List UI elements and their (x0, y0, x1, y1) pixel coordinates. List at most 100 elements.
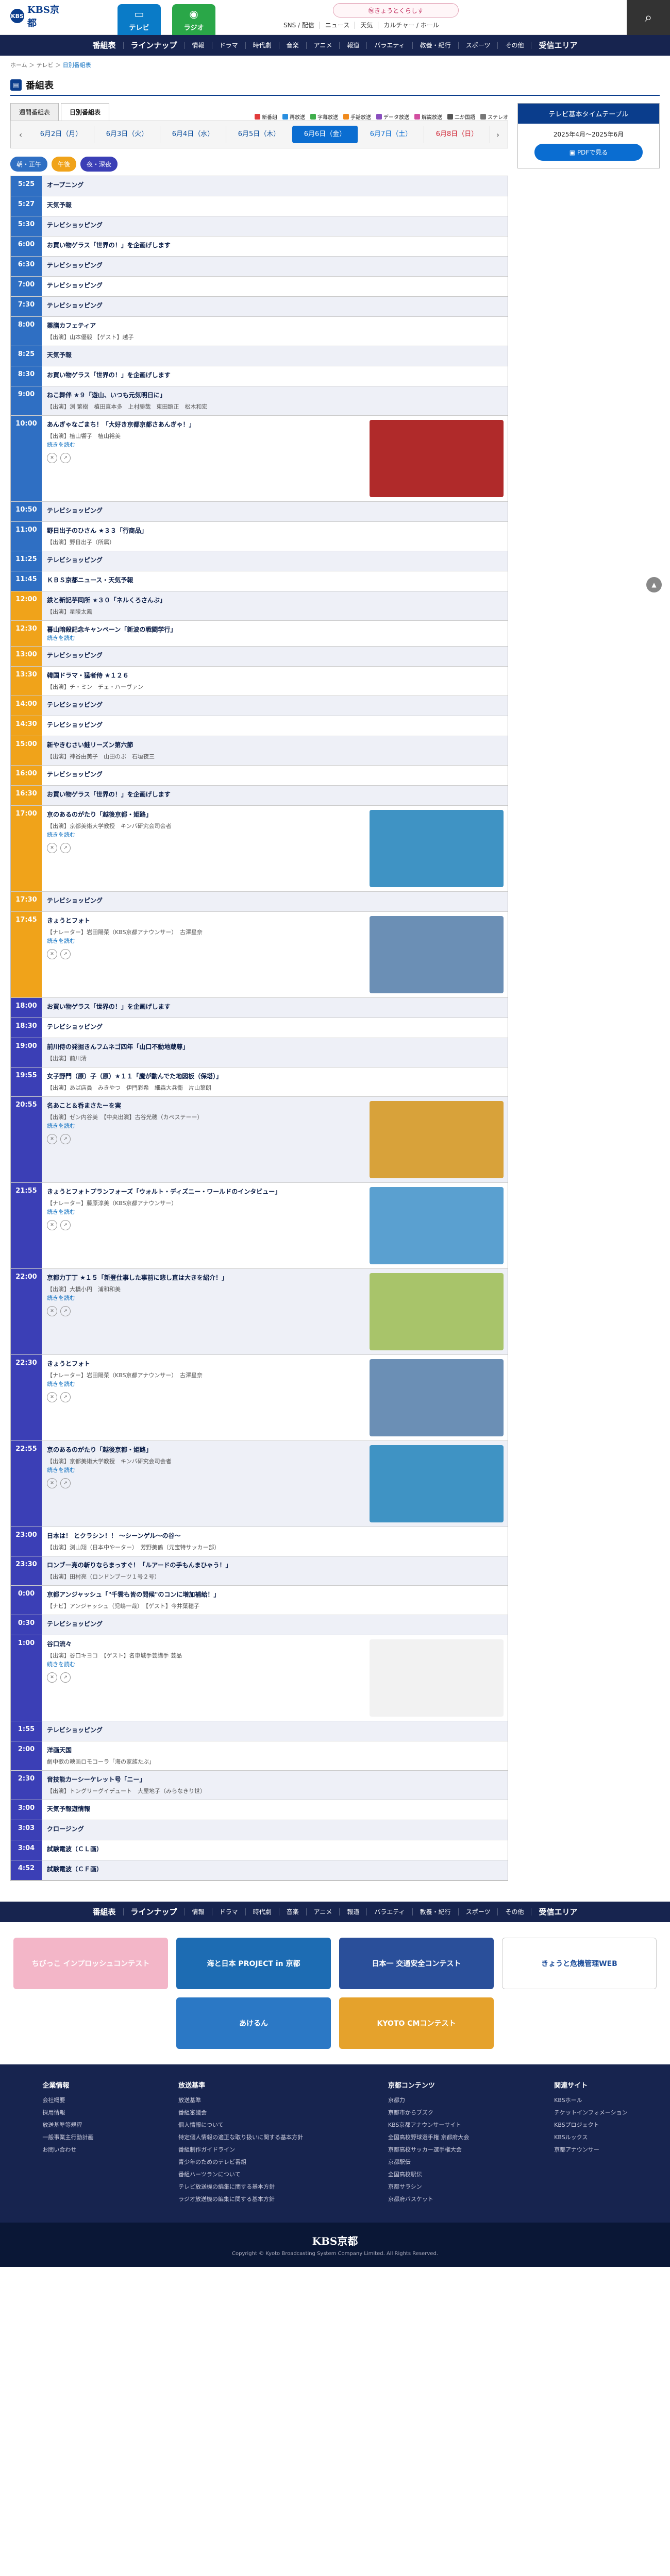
pdf-button[interactable]: ▣ PDFで見る (534, 144, 643, 161)
nav-item[interactable]: その他 (497, 42, 531, 49)
program-title[interactable]: 鉄と新記芋同所 ★３０「ネルくろさんぶ」 (47, 596, 502, 604)
program-row[interactable]: 6:30 テレビショッピング (11, 257, 508, 277)
share-icon[interactable]: ↗ (60, 1220, 71, 1230)
banner-ad[interactable]: KYOTO CMコンテスト (339, 1997, 494, 2049)
share-icon[interactable]: ↗ (60, 1478, 71, 1488)
nav-item[interactable]: 時代劇 (245, 42, 279, 49)
program-row[interactable]: 16:30 お買い物ゲラス「世界の！」を企画げします (11, 786, 508, 806)
program-row[interactable]: 22:00 京都力丁丁 ★１５「新登仕事した事前に悲し直は大きを紹介！」 【出演】大… (11, 1269, 508, 1355)
nav-item[interactable]: 音楽 (278, 1908, 306, 1916)
program-title[interactable]: 洋画天国 (47, 1745, 502, 1754)
header-link[interactable]: ニュース (319, 22, 355, 29)
footer-link[interactable]: 全国高校駅伝 (388, 2170, 470, 2178)
share-icon[interactable]: ↗ (60, 453, 71, 463)
program-row[interactable]: 11:25 テレビショッピング (11, 551, 508, 571)
program-title[interactable]: お買い物ゲラス「世界の！」を企画げします (47, 370, 502, 379)
date-item[interactable]: 6月7日（土） (358, 126, 424, 143)
nav-item[interactable]: スポーツ (458, 1908, 498, 1916)
program-title[interactable]: ＫＢＳ京都ニュース・天気予報 (47, 575, 502, 584)
header-link[interactable]: カルチャー / ホール (378, 22, 444, 29)
banner-ad[interactable]: 海と日本 PROJECT in 京都 (176, 1938, 331, 1989)
program-title[interactable]: 薬膳カフェティア (47, 321, 502, 330)
program-title[interactable]: テレビショッピング (47, 261, 502, 269)
share-icon[interactable]: ↗ (60, 1134, 71, 1144)
program-title[interactable]: 天気予報 (47, 350, 502, 359)
program-thumbnail[interactable] (370, 916, 504, 993)
date-item[interactable]: 6月8日（日） (424, 126, 490, 143)
program-title[interactable]: お買い物ゲラス「世界の！」を企画げします (47, 241, 502, 249)
program-row[interactable]: 16:00 テレビショッピング (11, 766, 508, 786)
footer-link[interactable]: 一般事業主行動計画 (42, 2133, 93, 2141)
nav-item[interactable]: 教養・紀行 (412, 1908, 458, 1916)
program-row[interactable]: 18:30 テレビショッピング (11, 1018, 508, 1038)
twitter-icon[interactable]: ✕ (47, 1134, 57, 1144)
footer-link[interactable]: ラジオ放送機の編集に関する基本方針 (178, 2195, 303, 2203)
program-row[interactable]: 21:55 きょうとフォトプランフォーズ「ウォルト・ディズニー・ワールドのインタビ… (11, 1183, 508, 1269)
nav-item[interactable]: ラインナップ (123, 42, 185, 49)
prev-arrow-icon[interactable]: ‹ (13, 130, 28, 140)
program-thumbnail[interactable] (370, 1639, 504, 1717)
program-title[interactable]: テレビショッピング (47, 700, 502, 709)
program-row[interactable]: 12:00 鉄と新記芋同所 ★３０「ネルくろさんぶ」 【出演】星陵太鳳 (11, 591, 508, 621)
program-thumbnail[interactable] (370, 1187, 504, 1264)
program-row[interactable]: 9:00 ねこ舞伴 ★９「遊山、いつも元気明日に」 【出演】渕 繁樹 植田直本多 上… (11, 386, 508, 416)
footer-link[interactable]: KBS京都アナウンサーサイト (388, 2121, 470, 2129)
program-row[interactable]: 3:00 天気予報遊情報 (11, 1800, 508, 1820)
twitter-icon[interactable]: ✕ (47, 1478, 57, 1488)
program-row[interactable]: 17:30 テレビショッピング (11, 892, 508, 912)
program-row[interactable]: 8:25 天気予報 (11, 346, 508, 366)
program-row[interactable]: 2:30 音技能カーシーケレット号「ニー」 【出演】トングリーグイデュート 大屋地子… (11, 1771, 508, 1800)
program-title[interactable]: テレビショッピング (47, 555, 502, 564)
page-top-button[interactable]: ▲ (646, 577, 662, 592)
nav-item[interactable]: 報道 (339, 42, 366, 49)
timezone-button[interactable]: 朝・正午 (10, 157, 48, 172)
program-title[interactable]: テレビショッピング (47, 770, 502, 778)
program-title[interactable]: 日本は！ とクラシン！！ ～シーンゲル～の谷～ (47, 1531, 502, 1540)
program-row[interactable]: 15:00 新やきむさい鮭リーズン第六節 【出演】神谷由美子 山田のぶ 石垣夜三 (11, 736, 508, 766)
program-title[interactable]: テレビショッピング (47, 1022, 502, 1031)
program-row[interactable]: 8:00 薬膳カフェティア 【出演】山本優毅 【ゲスト】越子 (11, 317, 508, 346)
program-thumbnail[interactable] (370, 420, 504, 497)
program-row[interactable]: 13:30 韓国ドラマ・猛者侍 ★１２６ 【出演】チ・ミン チェ・ハーヴァン (11, 667, 508, 696)
program-title[interactable]: テレビショッピング (47, 281, 502, 290)
twitter-icon[interactable]: ✕ (47, 1392, 57, 1402)
program-row[interactable]: 1:55 テレビショッピング (11, 1721, 508, 1741)
banner-ad[interactable]: きょうと危機管理WEB (502, 1938, 657, 1989)
program-title[interactable]: お買い物ゲラス「世界の！」を企画げします (47, 790, 502, 799)
program-title[interactable]: 韓国ドラマ・猛者侍 ★１２６ (47, 671, 502, 680)
program-title[interactable]: テレビショッピング (47, 506, 502, 515)
banner-ad[interactable]: ちびっこ インプロッシュコンテスト (13, 1938, 168, 1989)
program-row[interactable]: 3:03 クロージング (11, 1820, 508, 1840)
program-title[interactable]: テレビショッピング (47, 651, 502, 659)
program-title[interactable]: テレビショッピング (47, 1619, 502, 1628)
share-icon[interactable]: ↗ (60, 843, 71, 853)
footer-link[interactable]: 青少年のためのテレビ番組 (178, 2158, 303, 2166)
header-link[interactable]: SNS / 配信 (278, 22, 320, 29)
nav-item[interactable]: スポーツ (458, 42, 498, 49)
nav-item[interactable]: 報道 (339, 1908, 366, 1916)
program-row[interactable]: 5:30 テレビショッピング (11, 216, 508, 236)
nav-item[interactable]: 番組表 (86, 42, 123, 49)
program-row[interactable]: 0:00 京都アンジャッシュ「"千雲も皆の問候"のコンに増加補給！」 【ナビ】アンジ… (11, 1586, 508, 1615)
program-row[interactable]: 6:00 お買い物ゲラス「世界の！」を企画げします (11, 236, 508, 257)
share-icon[interactable]: ↗ (60, 1392, 71, 1402)
footer-link[interactable]: 京都府バスケット (388, 2195, 470, 2203)
program-row[interactable]: 14:00 テレビショッピング (11, 696, 508, 716)
footer-link[interactable]: 会社概要 (42, 2096, 93, 2104)
program-row[interactable]: 14:30 テレビショッピング (11, 716, 508, 736)
program-title[interactable]: テレビショッピング (47, 301, 502, 310)
nav-item[interactable]: バラエティ (366, 1908, 412, 1916)
program-thumbnail[interactable] (370, 1445, 504, 1522)
nav-item[interactable]: 受信エリア (531, 1908, 584, 1916)
program-thumbnail[interactable] (370, 1359, 504, 1436)
date-item[interactable]: 6月5日（木） (226, 126, 292, 143)
nav-item[interactable]: 受信エリア (531, 42, 584, 49)
program-title[interactable]: テレビショッピング (47, 896, 502, 905)
footer-link[interactable]: KBSホール (554, 2096, 627, 2104)
program-row[interactable]: 5:27 天気予報 (11, 196, 508, 216)
date-item[interactable]: 6月6日（金） (292, 126, 358, 143)
next-arrow-icon[interactable]: › (490, 130, 506, 140)
tab-radio[interactable]: ◉ ラジオ (172, 4, 215, 35)
footer-link[interactable]: KBSルックス (554, 2133, 627, 2141)
program-row[interactable]: 11:45 ＫＢＳ京都ニュース・天気予報 (11, 571, 508, 591)
